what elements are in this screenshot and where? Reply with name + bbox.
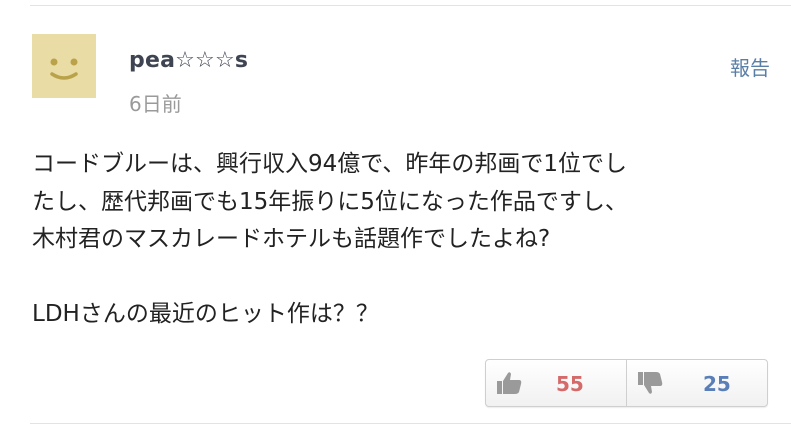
comment-timestamp: 6日前 xyxy=(129,92,182,116)
thumbs-down-icon xyxy=(635,369,665,397)
thumbs-up-icon xyxy=(494,369,524,397)
report-link[interactable]: 報告 xyxy=(730,52,770,81)
bottom-divider xyxy=(30,423,791,424)
avatar xyxy=(32,34,96,98)
comment-body: コードブルーは、興行収入94億で、昨年の邦画で1位でし たし、歴代邦画でも15年… xyxy=(32,146,782,334)
thumbs-up-count: 55 xyxy=(556,372,584,396)
thumbs-down-button[interactable]: 25 xyxy=(626,360,767,406)
top-divider xyxy=(30,5,791,6)
comment-username[interactable]: pea☆☆☆s xyxy=(129,48,248,73)
thumbs-up-button[interactable]: 55 xyxy=(486,360,626,406)
thumbs-down-count: 25 xyxy=(703,372,731,396)
comment-line: 木村君のマスカレードホテルも話題作でしたよね? xyxy=(32,226,551,252)
smiley-face-icon xyxy=(50,58,78,80)
comment-line: コードブルーは、興行収入94億で、昨年の邦画で1位でし xyxy=(32,151,627,177)
comment-line: LDHさんの最近のヒット作は？？ xyxy=(32,301,379,327)
vote-buttons: 55 25 xyxy=(485,359,768,407)
comment-line: たし、歴代邦画でも15年振りに5位になった作品ですし、 xyxy=(32,188,628,215)
